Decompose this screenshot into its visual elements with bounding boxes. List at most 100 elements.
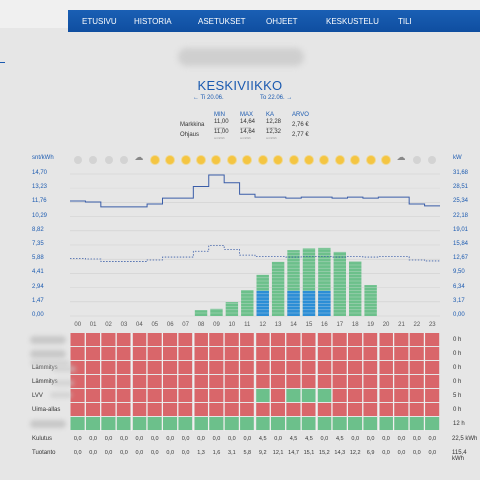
state-cell bbox=[178, 347, 193, 360]
kulutus-value: 0,0 bbox=[166, 436, 175, 442]
blurred-row-label bbox=[30, 350, 66, 358]
state-cell bbox=[317, 333, 332, 346]
state-cell bbox=[378, 417, 393, 430]
sun-icon bbox=[382, 156, 391, 164]
state-cell bbox=[147, 333, 162, 346]
state-cell bbox=[240, 375, 255, 388]
tuotanto-value: 0,0 bbox=[382, 450, 390, 456]
right-tick-label: 25,34 bbox=[453, 198, 469, 205]
state-cell bbox=[224, 417, 239, 430]
kulutus-value: 0,0 bbox=[366, 436, 375, 442]
tuotanto-value: 15,2 bbox=[319, 450, 330, 456]
right-tick-label: 6,34 bbox=[453, 283, 465, 290]
state-cell bbox=[378, 361, 393, 374]
kulutus-total: 22,5 kWh bbox=[452, 436, 478, 442]
state-cell bbox=[209, 333, 224, 346]
state-cell bbox=[363, 333, 378, 346]
right-tick-label: 19,01 bbox=[453, 226, 469, 233]
state-cell bbox=[348, 403, 363, 416]
right-tick-label: 9,50 bbox=[453, 269, 465, 276]
state-cell bbox=[85, 403, 101, 416]
kulutus-value: 0,0 bbox=[212, 436, 221, 442]
kulutus-value: 0,0 bbox=[228, 436, 236, 442]
state-cell bbox=[132, 389, 147, 402]
tuotanto-value: 14,7 bbox=[288, 450, 299, 456]
state-cell bbox=[147, 347, 162, 360]
state-cell bbox=[224, 347, 239, 360]
state-cell bbox=[363, 347, 378, 360]
kulutus-value: 0,0 bbox=[73, 436, 82, 442]
state-cell bbox=[163, 347, 178, 360]
production-bar bbox=[271, 261, 285, 316]
tuotanto-value: 1,6 bbox=[212, 450, 221, 456]
state-cell bbox=[224, 375, 239, 388]
state-cell bbox=[332, 389, 347, 402]
state-cell bbox=[132, 417, 147, 430]
right-tick-label: 0,00 bbox=[453, 312, 465, 318]
state-cell bbox=[224, 389, 239, 402]
right-tick-label: 15,84 bbox=[453, 241, 469, 247]
left-tick-label: 7,35 bbox=[32, 241, 44, 247]
hour-label: 12 bbox=[259, 322, 267, 328]
state-cell bbox=[193, 403, 208, 416]
state-cell bbox=[101, 333, 116, 346]
state-cell bbox=[394, 389, 409, 402]
device-row-hours: 0 h bbox=[453, 351, 462, 357]
hour-label: 03 bbox=[120, 322, 128, 328]
kulutus-value: 4,5 bbox=[258, 436, 267, 442]
state-cell bbox=[132, 361, 147, 374]
blurred-row-label bbox=[30, 336, 66, 344]
state-cell bbox=[209, 403, 224, 416]
tuotanto-label: Tuotanto bbox=[32, 450, 56, 456]
state-cell bbox=[240, 361, 255, 374]
right-tick-label: 28,51 bbox=[453, 184, 469, 191]
state-cell bbox=[240, 389, 255, 402]
state-cell bbox=[301, 333, 316, 346]
state-cell bbox=[270, 389, 286, 402]
hour-label: 09 bbox=[213, 322, 220, 328]
state-cell bbox=[425, 417, 440, 430]
state-cell bbox=[224, 361, 239, 374]
state-cell bbox=[101, 375, 116, 388]
sun-icon bbox=[181, 156, 190, 164]
state-cell bbox=[332, 417, 347, 430]
state-cell bbox=[394, 361, 409, 374]
moon-icon bbox=[119, 156, 128, 164]
state-cell bbox=[270, 361, 286, 374]
state-cell bbox=[255, 403, 270, 416]
state-cell bbox=[193, 389, 208, 402]
tuotanto-value: 14,3 bbox=[334, 450, 346, 456]
tuotanto-value: 0,0 bbox=[428, 450, 437, 456]
state-cell bbox=[409, 333, 424, 346]
state-cell bbox=[163, 403, 178, 416]
hour-label: 10 bbox=[228, 322, 236, 328]
tuotanto-value: 0,0 bbox=[150, 450, 159, 456]
kulutus-value: 0,0 bbox=[274, 436, 282, 442]
tuotanto-value: 0,0 bbox=[135, 450, 144, 456]
kulutus-value: 0,0 bbox=[120, 436, 128, 442]
state-cell bbox=[301, 417, 316, 430]
state-cell bbox=[332, 361, 347, 374]
kulutus-value: 4,5 bbox=[305, 436, 313, 442]
kulutus-value: 0,0 bbox=[181, 436, 190, 442]
state-cell bbox=[116, 375, 131, 388]
state-cell bbox=[178, 375, 193, 388]
state-cell bbox=[224, 333, 239, 346]
kulutus-value: 0,0 bbox=[104, 436, 113, 442]
device-row-hours: 0 h bbox=[453, 379, 462, 385]
hour-label: 18 bbox=[351, 322, 359, 328]
state-cell bbox=[409, 389, 424, 402]
state-cell bbox=[163, 389, 178, 402]
state-cell bbox=[70, 417, 85, 430]
right-tick-label: 31,68 bbox=[453, 170, 469, 176]
device-row-hours: 0 h bbox=[453, 337, 462, 343]
state-cell bbox=[394, 403, 409, 416]
tuotanto-value: 5,8 bbox=[243, 450, 252, 456]
state-cell bbox=[348, 361, 363, 374]
tuotanto-value: 12,2 bbox=[349, 450, 361, 456]
hour-label: 22 bbox=[413, 322, 421, 328]
state-cell bbox=[240, 403, 255, 416]
kulutus-value: 0,0 bbox=[197, 436, 205, 442]
state-cell bbox=[363, 361, 378, 374]
state-cell bbox=[317, 361, 332, 374]
